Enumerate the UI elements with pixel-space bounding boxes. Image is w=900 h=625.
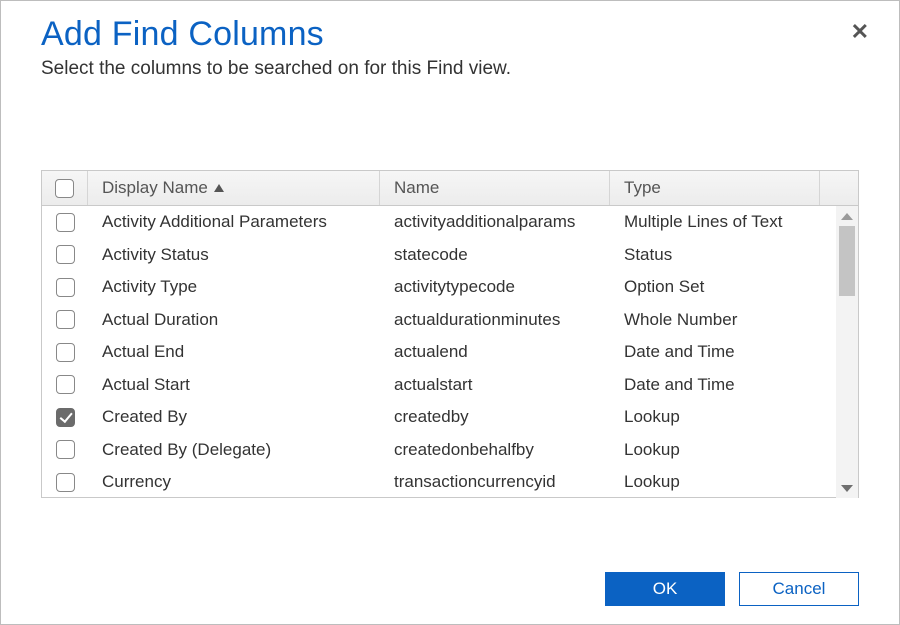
dialog: Add Find Columns ✕ Select the columns to… — [0, 0, 900, 625]
chevron-down-icon — [841, 485, 853, 492]
button-bar: OK Cancel — [605, 572, 859, 606]
header-type[interactable]: Type — [610, 171, 820, 205]
row-type: Status — [610, 245, 820, 265]
row-name: actualdurationminutes — [380, 310, 610, 330]
row-checkbox[interactable] — [56, 245, 75, 264]
scroll-down-button[interactable] — [836, 478, 858, 498]
table-body: Activity Additional Parametersactivityad… — [42, 206, 836, 498]
header-select-all[interactable] — [42, 171, 88, 205]
row-type: Whole Number — [610, 310, 820, 330]
row-checkbox[interactable] — [56, 473, 75, 492]
table-row[interactable]: Activity TypeactivitytypecodeOption Set — [42, 271, 836, 304]
cancel-button[interactable]: Cancel — [739, 572, 859, 606]
row-check-cell — [42, 213, 88, 232]
header-name-label: Name — [394, 178, 439, 198]
row-type: Lookup — [610, 440, 820, 460]
table-row[interactable]: Actual EndactualendDate and Time — [42, 336, 836, 369]
row-name: createdonbehalfby — [380, 440, 610, 460]
row-display-name: Created By (Delegate) — [88, 440, 380, 460]
row-check-cell — [42, 440, 88, 459]
chevron-up-icon — [841, 213, 853, 220]
row-check-cell — [42, 278, 88, 297]
row-display-name: Actual Duration — [88, 310, 380, 330]
row-display-name: Actual Start — [88, 375, 380, 395]
row-checkbox[interactable] — [56, 213, 75, 232]
row-type: Lookup — [610, 472, 820, 492]
scroll-thumb[interactable] — [839, 226, 855, 296]
scroll-track[interactable] — [836, 226, 858, 478]
row-checkbox[interactable] — [56, 278, 75, 297]
table-row[interactable]: Actual StartactualstartDate and Time — [42, 369, 836, 402]
header-type-label: Type — [624, 178, 661, 198]
row-type: Lookup — [610, 407, 820, 427]
table-row[interactable]: CurrencytransactioncurrencyidLookup — [42, 466, 836, 498]
row-checkbox[interactable] — [56, 375, 75, 394]
row-check-cell — [42, 408, 88, 427]
dialog-subtitle: Select the columns to be searched on for… — [41, 58, 859, 80]
row-type: Multiple Lines of Text — [610, 212, 820, 232]
table-row[interactable]: Activity Additional Parametersactivityad… — [42, 206, 836, 239]
row-name: createdby — [380, 407, 610, 427]
row-display-name: Activity Type — [88, 277, 380, 297]
ok-button[interactable]: OK — [605, 572, 725, 606]
table-row[interactable]: Activity StatusstatecodeStatus — [42, 239, 836, 272]
row-check-cell — [42, 375, 88, 394]
row-display-name: Activity Status — [88, 245, 380, 265]
row-type: Date and Time — [610, 375, 820, 395]
header-display-name-label: Display Name — [102, 178, 208, 198]
table-row[interactable]: Created BycreatedbyLookup — [42, 401, 836, 434]
row-name: activitytypecode — [380, 277, 610, 297]
row-checkbox[interactable] — [56, 343, 75, 362]
close-icon[interactable]: ✕ — [851, 21, 869, 43]
row-name: actualend — [380, 342, 610, 362]
scroll-up-button[interactable] — [836, 206, 858, 226]
row-check-cell — [42, 473, 88, 492]
row-name: activityadditionalparams — [380, 212, 610, 232]
row-check-cell — [42, 310, 88, 329]
row-type: Date and Time — [610, 342, 820, 362]
row-name: actualstart — [380, 375, 610, 395]
row-display-name: Actual End — [88, 342, 380, 362]
table-header-row: Display Name Name Type — [42, 171, 858, 206]
row-check-cell — [42, 245, 88, 264]
header-spacer — [820, 171, 858, 205]
scrollbar[interactable] — [836, 206, 858, 498]
header-name[interactable]: Name — [380, 171, 610, 205]
row-checkbox[interactable] — [56, 408, 75, 427]
row-display-name: Currency — [88, 472, 380, 492]
sort-asc-icon — [214, 184, 224, 192]
row-display-name: Created By — [88, 407, 380, 427]
row-checkbox[interactable] — [56, 310, 75, 329]
row-checkbox[interactable] — [56, 440, 75, 459]
header-display-name[interactable]: Display Name — [88, 171, 380, 205]
row-check-cell — [42, 343, 88, 362]
row-display-name: Activity Additional Parameters — [88, 212, 380, 232]
select-all-checkbox[interactable] — [55, 179, 74, 198]
row-type: Option Set — [610, 277, 820, 297]
table-row[interactable]: Actual DurationactualdurationminutesWhol… — [42, 304, 836, 337]
row-name: statecode — [380, 245, 610, 265]
dialog-title: Add Find Columns — [41, 15, 324, 54]
columns-table: Display Name Name Type Activity Addition… — [41, 170, 859, 498]
table-row[interactable]: Created By (Delegate)createdonbehalfbyLo… — [42, 434, 836, 467]
row-name: transactioncurrencyid — [380, 472, 610, 492]
